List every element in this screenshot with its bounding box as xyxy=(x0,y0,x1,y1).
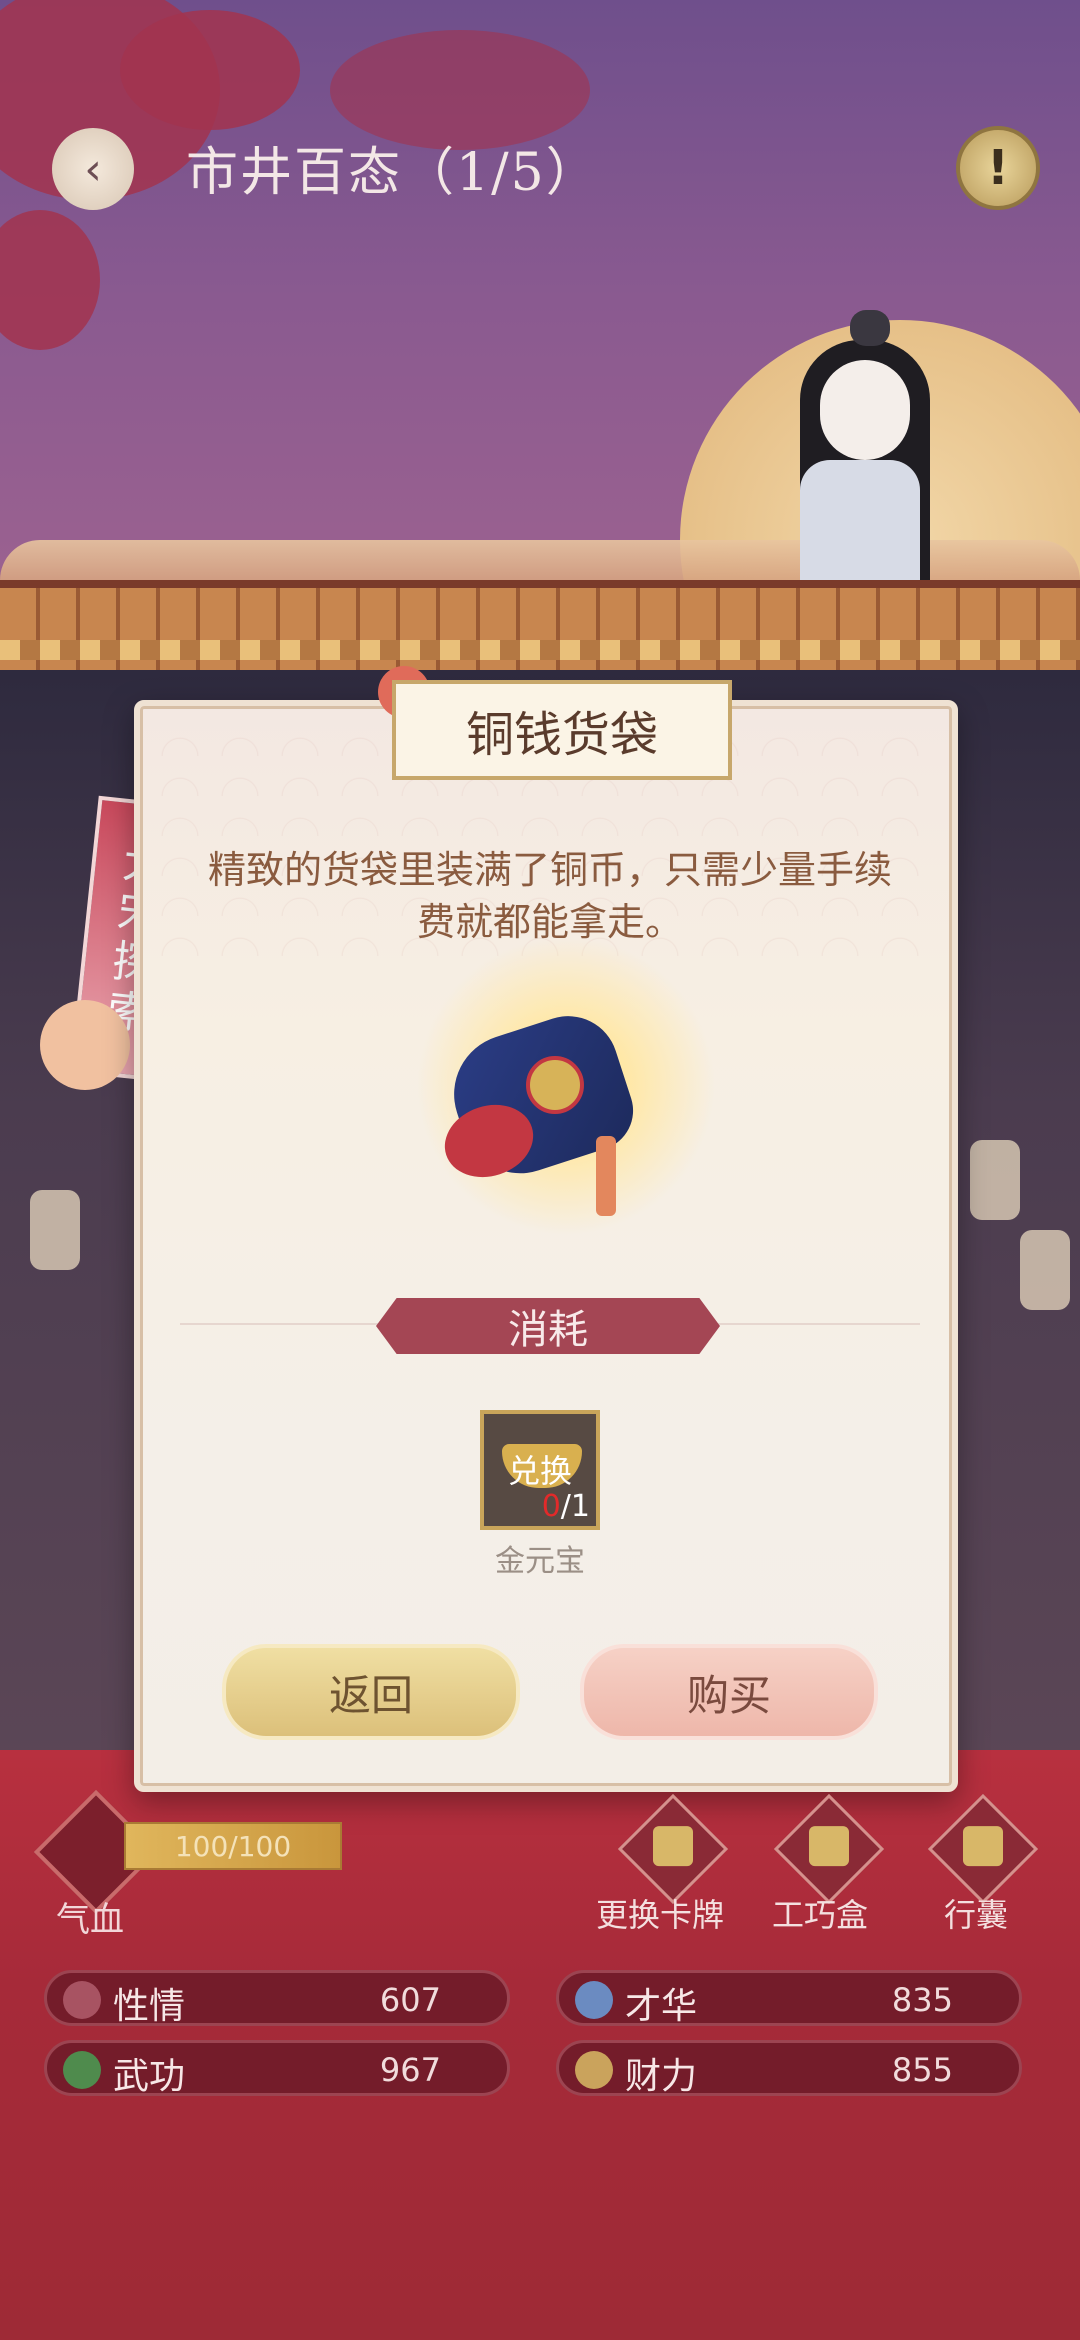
bag-label: 行囊 xyxy=(944,1896,1009,1934)
roof-tiles xyxy=(0,640,1080,660)
back-arrow-icon[interactable]: ‹ xyxy=(52,128,134,210)
bag-icon xyxy=(963,1826,1003,1867)
item-dialog: 铜钱货袋 精致的货袋里装满了铜币，只需少量手续费就都能拿走。 消耗 兑换 0/1… xyxy=(134,666,958,1792)
stat-label: 性情 xyxy=(113,1986,186,2027)
back-button[interactable]: 返回 xyxy=(222,1644,520,1740)
page-title: 市井百态（1/5） xyxy=(186,143,600,203)
buy-button[interactable]: 购买 xyxy=(580,1644,878,1740)
cost-item-name: 金元宝 xyxy=(495,1544,585,1579)
stat-wealth: 财力 855 xyxy=(556,2040,1022,2097)
card-icon xyxy=(653,1826,693,1867)
item-description: 精致的货袋里装满了铜币，只需少量手续费就都能拿走。 xyxy=(207,848,892,944)
fan-decoration xyxy=(40,1000,130,1090)
coin-pouch-icon xyxy=(435,986,666,1216)
cost-count: 0/1 xyxy=(542,1489,590,1524)
dialog-title: 铜钱货袋 xyxy=(392,680,732,780)
stat-value: 835 xyxy=(891,1981,953,2019)
coin-icon xyxy=(575,2051,613,2089)
blossom-decoration xyxy=(120,10,300,130)
hp-label: 气血 xyxy=(56,1900,124,1940)
exclamation-icon[interactable]: ! xyxy=(956,126,1040,210)
sword-icon xyxy=(63,2051,101,2089)
fan-icon xyxy=(575,1981,613,2019)
flower-icon xyxy=(63,1981,101,2019)
stat-value: 967 xyxy=(379,2051,441,2089)
stat-martial: 武功 967 xyxy=(44,2040,510,2097)
stat-talent: 才华 835 xyxy=(556,1970,1022,2027)
scissors-icon xyxy=(809,1826,849,1867)
exchange-tag: 兑换 xyxy=(507,1452,572,1490)
cost-required: /1 xyxy=(560,1489,590,1524)
stat-label: 武功 xyxy=(113,2056,186,2097)
stat-label: 财力 xyxy=(625,2056,698,2097)
consume-label: 消耗 xyxy=(376,1298,720,1354)
stat-value: 855 xyxy=(891,2051,953,2089)
cost-item-slot[interactable]: 兑换 0/1 xyxy=(480,1410,600,1530)
stat-label: 才华 xyxy=(625,1986,698,2027)
cost-owned: 0 xyxy=(541,1489,561,1524)
stat-temperament: 性情 607 xyxy=(44,1970,510,2027)
change-card-label: 更换卡牌 xyxy=(596,1896,725,1934)
hp-bar: 100/100 xyxy=(124,1822,342,1870)
stat-value: 607 xyxy=(379,1981,441,2019)
craft-box-label: 工巧盒 xyxy=(772,1896,869,1934)
cat-icon xyxy=(850,310,890,346)
